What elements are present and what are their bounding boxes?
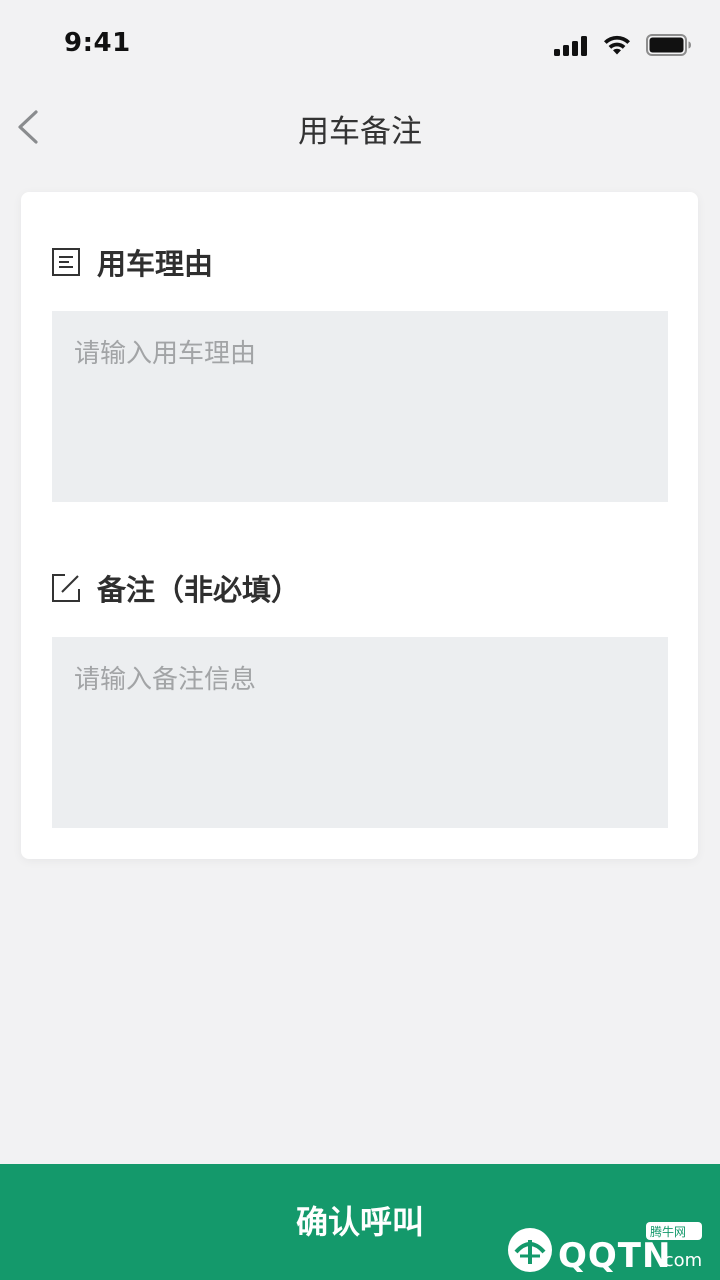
status-time: 9:41 [64,28,131,58]
watermark-domain: .com [658,1250,703,1271]
signal-icon [554,34,588,56]
remark-label: 备注（非必填） [97,573,301,607]
watermark-brand: QQTN [558,1236,672,1276]
status-bar: 9:41 [0,0,720,88]
remark-section-header: 备注（非必填） [51,568,300,608]
remark-form-card: 用车理由 备注（非必填） [21,192,698,859]
wifi-icon [602,34,632,56]
watermark-logo: 腾牛网 QQTN .com [502,1222,712,1278]
edit-icon [52,574,80,602]
page-title: 用车备注 [298,114,422,150]
list-document-icon [52,248,80,276]
app-screen: 9:41 用车备注 用车理由 请输入用车理由 备注（非必填） 请输入备注信息 确… [0,0,720,1280]
reason-section-header: 用车理由 [51,242,213,282]
battery-icon [646,34,692,56]
remark-input[interactable] [52,637,668,828]
reason-input[interactable] [52,311,668,502]
nav-bar: 用车备注 [0,88,720,166]
reason-label: 用车理由 [97,247,214,281]
status-icons [554,32,692,58]
